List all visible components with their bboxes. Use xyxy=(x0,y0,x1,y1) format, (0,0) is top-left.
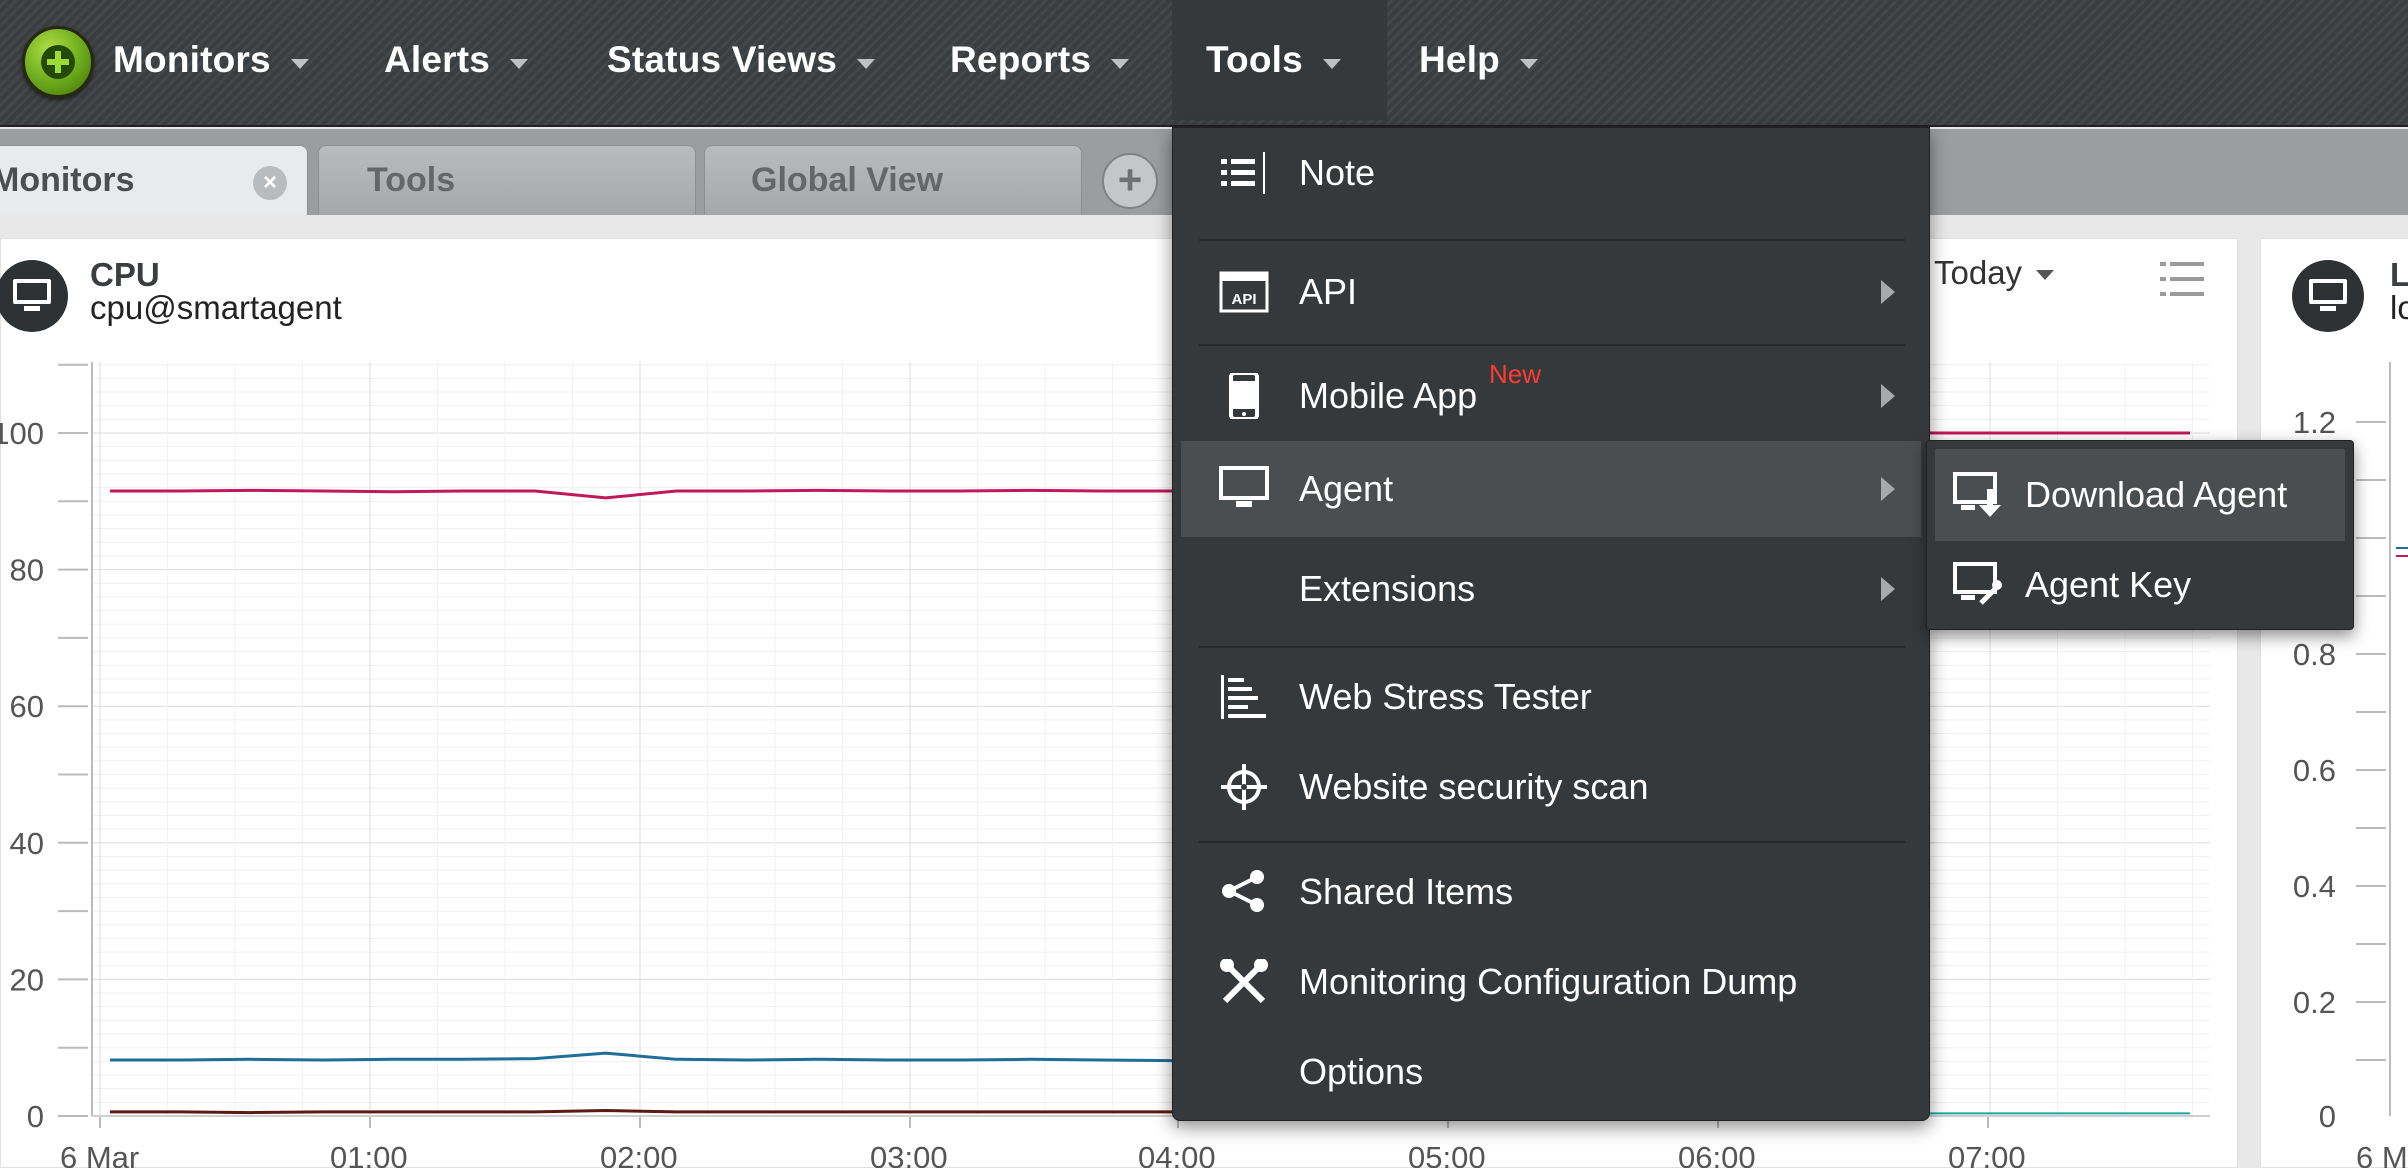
menu-item-website-security-scan[interactable]: Website security scan xyxy=(1181,742,1921,832)
chevron-down-icon xyxy=(2036,270,2055,280)
mobile-icon xyxy=(1229,373,1259,419)
monitor-icon xyxy=(1219,466,1269,507)
monitor-glyph xyxy=(13,279,51,313)
nav-help[interactable]: Help xyxy=(1419,0,1538,120)
list-menu-icon[interactable] xyxy=(2160,262,2204,298)
list-line xyxy=(2170,277,2204,281)
tab-global-view[interactable]: Global View xyxy=(704,145,1082,215)
add-tab-icon[interactable]: + xyxy=(1102,153,1158,209)
menu-item-label: API xyxy=(1299,271,1358,312)
submenu-item-download-agent[interactable]: Download Agent xyxy=(1935,449,2345,541)
nav-alerts[interactable]: Alerts xyxy=(384,0,529,120)
monitor-icon xyxy=(2292,260,2364,332)
widget-subtitle: cpu@smartagent xyxy=(90,289,342,326)
nav-monitors[interactable]: Monitors xyxy=(113,0,309,120)
menu-item-extensions[interactable]: Extensions xyxy=(1181,539,1921,639)
menu-item-label: Extensions xyxy=(1299,568,1476,609)
list-dot xyxy=(2160,262,2166,266)
nav-status-views[interactable]: Status Views xyxy=(607,0,875,120)
menu-item-label: Agent xyxy=(1299,468,1394,509)
menu-divider xyxy=(1199,841,1905,843)
widget2-subtitle: lo xyxy=(2390,289,2408,326)
menu-item-note[interactable]: Note xyxy=(1181,128,1921,218)
period-label: Today xyxy=(1934,254,2023,291)
tab-global-view-label: Global View xyxy=(751,161,944,199)
submenu-item-agent-key[interactable]: Agent Key xyxy=(1935,539,2345,631)
nav-reports-label: Reports xyxy=(950,39,1092,80)
load-widget xyxy=(2260,238,2408,1168)
chevron-right-icon xyxy=(1881,577,1895,601)
chevron-down-icon xyxy=(1322,59,1341,69)
agent-submenu: Download Agent Agent Key xyxy=(1926,440,2354,630)
download-agent-icon xyxy=(1953,472,2001,517)
crosshair-icon xyxy=(1221,764,1267,810)
api-icon: API xyxy=(1219,271,1269,313)
menu-item-label: Web Stress Tester xyxy=(1299,676,1592,717)
top-nav-bar: Monitors Alerts Status Views Reports Too… xyxy=(0,0,2408,127)
menu-item-label: Note xyxy=(1299,152,1376,193)
menu-divider xyxy=(1199,239,1905,241)
tab-monitors-label: Monitors xyxy=(0,161,135,199)
menu-item-web-stress-tester[interactable]: Web Stress Tester xyxy=(1181,652,1921,742)
nav-tools-label: Tools xyxy=(1206,39,1303,80)
chevron-right-icon xyxy=(1881,280,1895,304)
tab-tools[interactable]: Tools xyxy=(318,145,696,215)
submenu-item-label: Agent Key xyxy=(2025,564,2192,605)
chevron-down-icon xyxy=(1111,59,1130,69)
chevron-down-icon xyxy=(290,59,309,69)
menu-item-label: Mobile App xyxy=(1299,375,1478,416)
list-line xyxy=(2170,262,2204,266)
nav-tools[interactable]: Tools xyxy=(1172,0,1387,120)
list-line xyxy=(2170,292,2204,296)
monitor-stand xyxy=(2320,306,2336,311)
plus-glyph xyxy=(41,45,75,79)
list-icon xyxy=(1221,152,1265,194)
menu-item-options[interactable]: Options xyxy=(1181,1027,1921,1117)
menu-item-api[interactable]: API API xyxy=(1181,247,1921,337)
chevron-down-icon xyxy=(1519,59,1538,69)
nav-help-label: Help xyxy=(1419,39,1500,80)
stress-test-icon xyxy=(1221,675,1266,719)
menu-item-label: Options xyxy=(1299,1051,1424,1092)
chevron-down-icon xyxy=(510,59,529,69)
menu-item-label: Monitoring Configuration Dump xyxy=(1299,961,1798,1002)
chevron-down-icon xyxy=(856,59,875,69)
agent-key-icon xyxy=(1953,562,2002,605)
menu-item-shared-items[interactable]: Shared Items xyxy=(1181,847,1921,937)
list-dot xyxy=(2160,277,2166,281)
svg-text:API: API xyxy=(1231,291,1256,308)
monitor-glyph xyxy=(2309,279,2347,313)
list-dot xyxy=(2160,292,2166,296)
chevron-right-icon xyxy=(1881,384,1895,408)
menu-item-label: Shared Items xyxy=(1299,871,1514,912)
submenu-item-label: Download Agent xyxy=(2025,474,2288,515)
monitor-screen xyxy=(2309,279,2347,304)
tools-dropdown-menu: Note API API Mobile App New Agent Extens… xyxy=(1172,127,1930,1121)
nav-reports[interactable]: Reports xyxy=(950,0,1130,120)
close-icon[interactable]: × xyxy=(253,166,287,200)
nav-status-views-label: Status Views xyxy=(607,39,837,80)
tools-icon xyxy=(1220,959,1268,1004)
nav-alerts-label: Alerts xyxy=(384,39,491,80)
new-badge: New xyxy=(1489,359,1542,389)
nav-monitors-label: Monitors xyxy=(113,39,271,80)
tab-monitors[interactable]: Monitors × xyxy=(0,145,308,215)
menu-item-monitoring-configuration-dump[interactable]: Monitoring Configuration Dump xyxy=(1181,937,1921,1027)
menu-item-mobile-app[interactable]: Mobile App New xyxy=(1181,351,1921,441)
menu-divider xyxy=(1199,646,1905,648)
monitor-stand xyxy=(24,306,40,311)
share-icon xyxy=(1222,870,1264,912)
chevron-right-icon xyxy=(1881,477,1895,501)
add-plus-icon[interactable] xyxy=(22,26,94,98)
monitor-screen xyxy=(13,279,51,304)
menu-item-label: Website security scan xyxy=(1299,766,1649,807)
menu-item-agent[interactable]: Agent xyxy=(1181,441,1921,537)
period-select[interactable]: Today xyxy=(1934,254,2055,292)
menu-divider xyxy=(1199,344,1905,346)
tab-tools-label: Tools xyxy=(367,161,456,199)
